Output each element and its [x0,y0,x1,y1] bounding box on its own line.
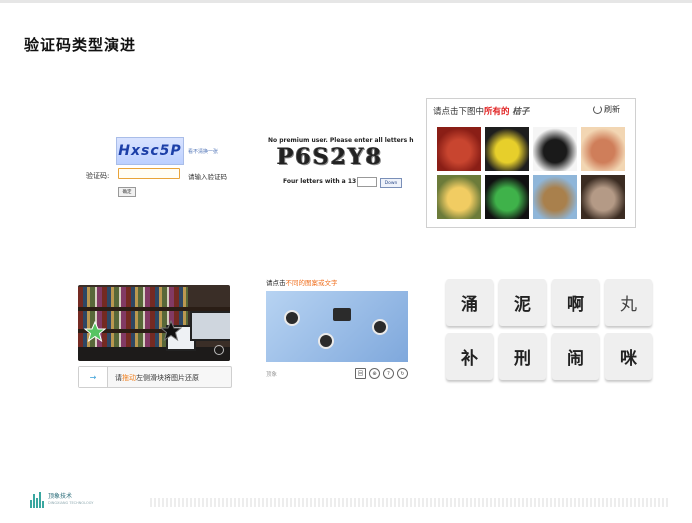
char-tile[interactable]: 啊 [552,279,599,326]
icon-prompt-highlight: 不同的图案或文字 [285,279,338,287]
distorted-captcha-input[interactable] [357,177,377,187]
refresh-button[interactable]: 刷新 [593,104,620,115]
prompt-object: 桔子 [512,107,530,117]
image-cell-zongzi[interactable] [437,175,481,219]
prompt-sample: 13 [347,178,357,185]
globe-icon[interactable] [284,310,300,326]
top-border [0,0,692,3]
captcha-provider-logo: 顶象 [266,372,278,378]
prompt-prefix: 请点击下图中 [433,107,485,117]
brand-name: 顶象技术 DINGXIANG TECHNOLOGY [48,493,93,507]
image-select-prompt: 请点击下图中所有的 桔子 [433,105,529,117]
globe-icon[interactable] [372,319,388,335]
refresh-label: 刷新 [604,105,620,114]
captcha-label: 验证码: [86,172,110,180]
refresh-icon [593,105,602,114]
captcha-hint: 请输入验证码 [188,173,227,181]
monitor [190,311,230,341]
icon-captcha-image[interactable] [266,291,408,362]
image-cell-lion-art[interactable] [581,175,625,219]
desk [78,347,230,361]
char-tile[interactable]: 涌 [446,279,493,326]
briefcase-icon[interactable] [333,308,351,321]
char-tile[interactable]: 咪 [605,333,652,380]
captcha-input[interactable] [118,168,180,179]
prompt-text: Four letters with a [283,178,346,185]
refresh-icon[interactable]: ↻ [397,368,408,379]
brand-cn: 顶象技术 [48,493,73,500]
star-slot-icon [160,320,182,342]
slider-track[interactable]: → 请拖动左侧滑块将图片还原 [78,366,232,388]
icon-prompt-prefix: 请点击 [266,279,286,287]
slider-hint-highlight: 拖动 [122,374,136,382]
slider-hint-suffix: 左侧滑块将图片还原 [136,374,199,382]
char-tile[interactable]: 补 [446,333,493,380]
image-cell-flashlight[interactable] [485,127,529,171]
image-cell-camel[interactable] [533,175,577,219]
image-cell-torch[interactable] [533,127,577,171]
globe-icon[interactable] [318,333,334,349]
captcha-submit-button[interactable]: 确定 [118,187,136,197]
star-piece-icon[interactable] [84,321,106,343]
arrow-right-icon: → [89,372,97,382]
icon-captcha-tools: 回 ⊕ ? ↻ [355,368,408,379]
audio-icon[interactable]: 回 [355,368,366,379]
icon-captcha-prompt: 请点击不同的图案或文字 [266,277,338,287]
char-tile[interactable]: 闹 [552,333,599,380]
icon-captcha-footer: 顶象 回 ⊕ ? ↻ [266,368,408,382]
logo-mark-icon [30,492,44,508]
prompt-highlight: 所有的 [484,107,510,117]
image-cell-traffic-light[interactable] [485,175,529,219]
zoom-icon[interactable]: ⊕ [369,368,380,379]
char-tile[interactable]: 丸 [605,279,652,326]
slider-hint: 请拖动左侧滑块将图片还原 [115,373,199,383]
distorted-captcha-button[interactable]: Down [380,178,402,188]
image-cell-cake[interactable] [581,127,625,171]
char-tile[interactable]: 泥 [499,279,546,326]
image-select-captcha: 请点击下图中所有的 桔子 刷新 [426,98,636,228]
captcha-code-image: Hxsc5P [116,137,184,165]
footer-logo: 顶象技术 DINGXIANG TECHNOLOGY [30,492,93,508]
slider-hint-prefix: 请 [115,374,122,382]
reload-icon[interactable] [214,345,224,355]
refresh-captcha-link[interactable]: 看不清换一张 [188,148,218,155]
distorted-captcha-prompt: Four letters with a 13 : [283,178,361,185]
slider-puzzle-image [78,285,230,361]
image-cell-dates[interactable] [437,127,481,171]
distorted-captcha-image: P6S2Y8 [268,144,392,170]
footer-strip [150,498,670,507]
char-grid: 涌 泥 啊 丸 补 刑 闹 咪 [446,279,652,383]
brand-en: DINGXIANG TECHNOLOGY [48,501,94,505]
slider-knob[interactable]: → [79,367,108,387]
image-grid [437,127,625,223]
char-tile[interactable]: 刑 [499,333,546,380]
distorted-captcha-notice: No premium user. Please enter all letter… [268,137,414,144]
help-icon[interactable]: ? [383,368,394,379]
page-title: 验证码类型演进 [24,36,137,54]
distorted-code: P6S2Y8 [276,144,384,170]
